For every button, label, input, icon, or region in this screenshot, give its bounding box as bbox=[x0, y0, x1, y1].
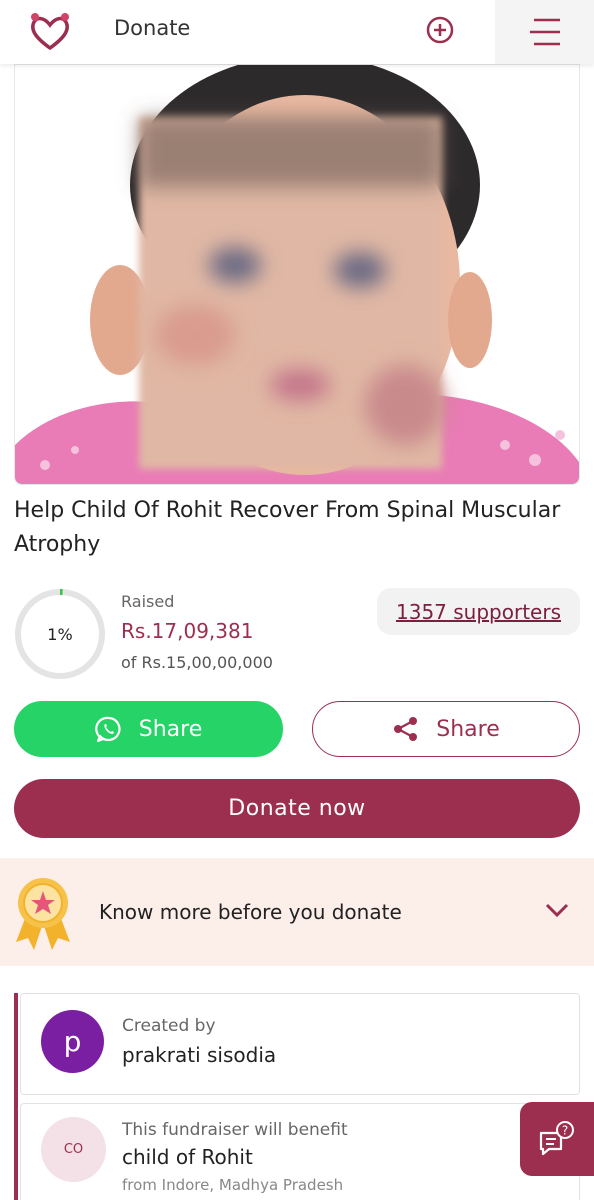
share-button[interactable]: Share bbox=[312, 701, 580, 757]
whatsapp-share-label: Share bbox=[138, 716, 203, 742]
menu-button[interactable] bbox=[495, 0, 594, 64]
donate-now-button[interactable]: Donate now bbox=[14, 779, 580, 838]
whatsapp-share-button[interactable]: Share bbox=[14, 701, 283, 757]
goal-amount: of Rs.15,00,00,000 bbox=[121, 653, 273, 672]
beneficiary-label: This fundraiser will benefit bbox=[122, 1120, 348, 1140]
beneficiary-card: CO This fundraiser will benefit child of… bbox=[20, 1103, 580, 1200]
beneficiary-name: child of Rohit bbox=[122, 1145, 253, 1169]
plus-circle-icon[interactable] bbox=[424, 14, 456, 46]
campaign-title: Help Child Of Rohit Recover From Spinal … bbox=[14, 498, 561, 557]
supporters-button[interactable]: 1357 supporters bbox=[377, 588, 580, 635]
child-photo-blurred bbox=[15, 65, 579, 484]
top-header: Donate bbox=[0, 0, 594, 64]
chat-help-button[interactable]: ? bbox=[520, 1102, 594, 1176]
svg-text:?: ? bbox=[562, 1124, 568, 1138]
creator-name: prakrati sisodia bbox=[122, 1043, 277, 1067]
know-more-section[interactable]: Know more before you donate bbox=[0, 858, 594, 966]
info-accent-bar bbox=[14, 993, 18, 1200]
share-label: Share bbox=[436, 716, 500, 742]
donate-now-label: Donate now bbox=[228, 796, 366, 821]
supporters-count: 1357 supporters bbox=[396, 599, 561, 624]
creator-avatar: p bbox=[41, 1010, 104, 1073]
award-ribbon-icon bbox=[16, 878, 70, 950]
whatsapp-icon bbox=[94, 716, 121, 743]
creator-card: p Created by prakrati sisodia bbox=[20, 993, 580, 1095]
page-title: Donate bbox=[114, 16, 191, 40]
campaign-image[interactable] bbox=[14, 64, 580, 485]
beneficiary-location: from Indore, Madhya Pradesh bbox=[122, 1176, 344, 1194]
progress-percent: 1% bbox=[47, 624, 73, 644]
share-icon bbox=[394, 717, 418, 741]
beneficiary-avatar: CO bbox=[41, 1117, 106, 1182]
chevron-down-icon[interactable] bbox=[545, 902, 569, 918]
hamburger-menu-icon bbox=[529, 18, 560, 46]
raised-amount: Rs.17,09,381 bbox=[121, 619, 254, 643]
raised-label: Raised bbox=[121, 592, 175, 611]
know-more-label: Know more before you donate bbox=[99, 900, 402, 924]
chat-question-icon: ? bbox=[539, 1121, 574, 1156]
hands-heart-logo-icon[interactable] bbox=[26, 10, 74, 52]
created-by-label: Created by bbox=[122, 1016, 216, 1036]
